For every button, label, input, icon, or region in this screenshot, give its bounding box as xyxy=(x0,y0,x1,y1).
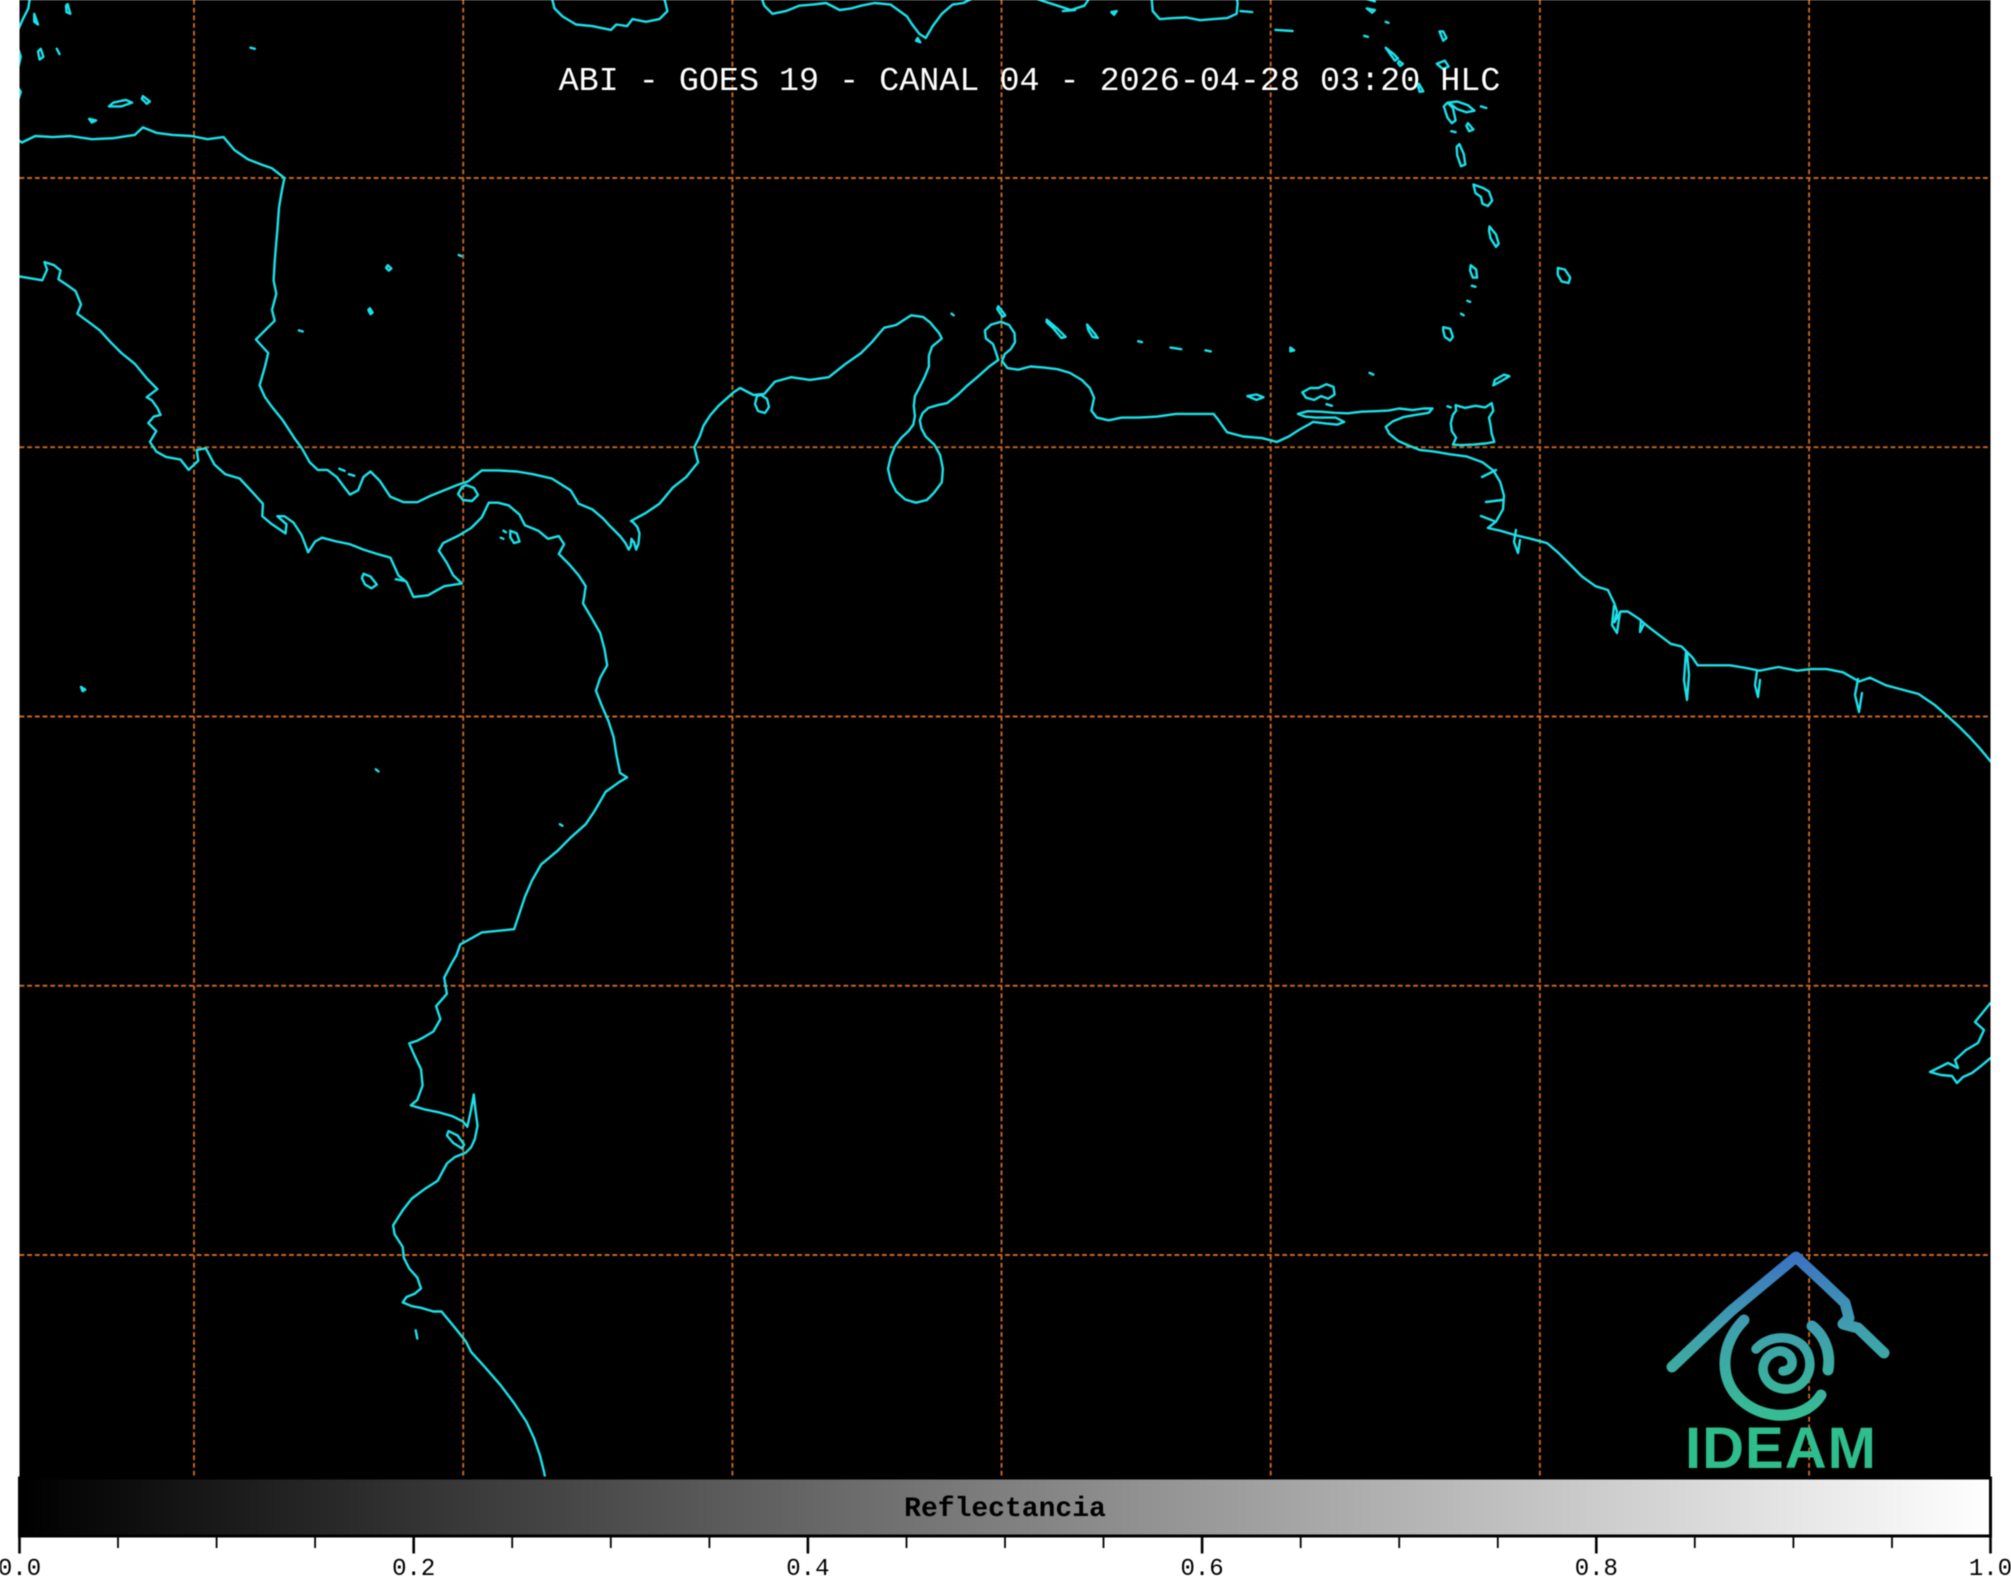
svg-text:0.4: 0.4 xyxy=(786,1556,829,1577)
svg-text:0.0: 0.0 xyxy=(0,1556,41,1577)
svg-text:1.0: 1.0 xyxy=(1969,1556,2011,1577)
svg-text:ABI - GOES 19 - CANAL 04 - 202: ABI - GOES 19 - CANAL 04 - 2026-04-28 03… xyxy=(559,63,1501,101)
svg-text:Reflectancia: Reflectancia xyxy=(904,1494,1106,1525)
svg-text:0.6: 0.6 xyxy=(1180,1556,1223,1577)
svg-text:IDEAM: IDEAM xyxy=(1685,1416,1877,1481)
svg-text:0.8: 0.8 xyxy=(1575,1556,1618,1577)
svg-text:0.2: 0.2 xyxy=(392,1556,435,1577)
